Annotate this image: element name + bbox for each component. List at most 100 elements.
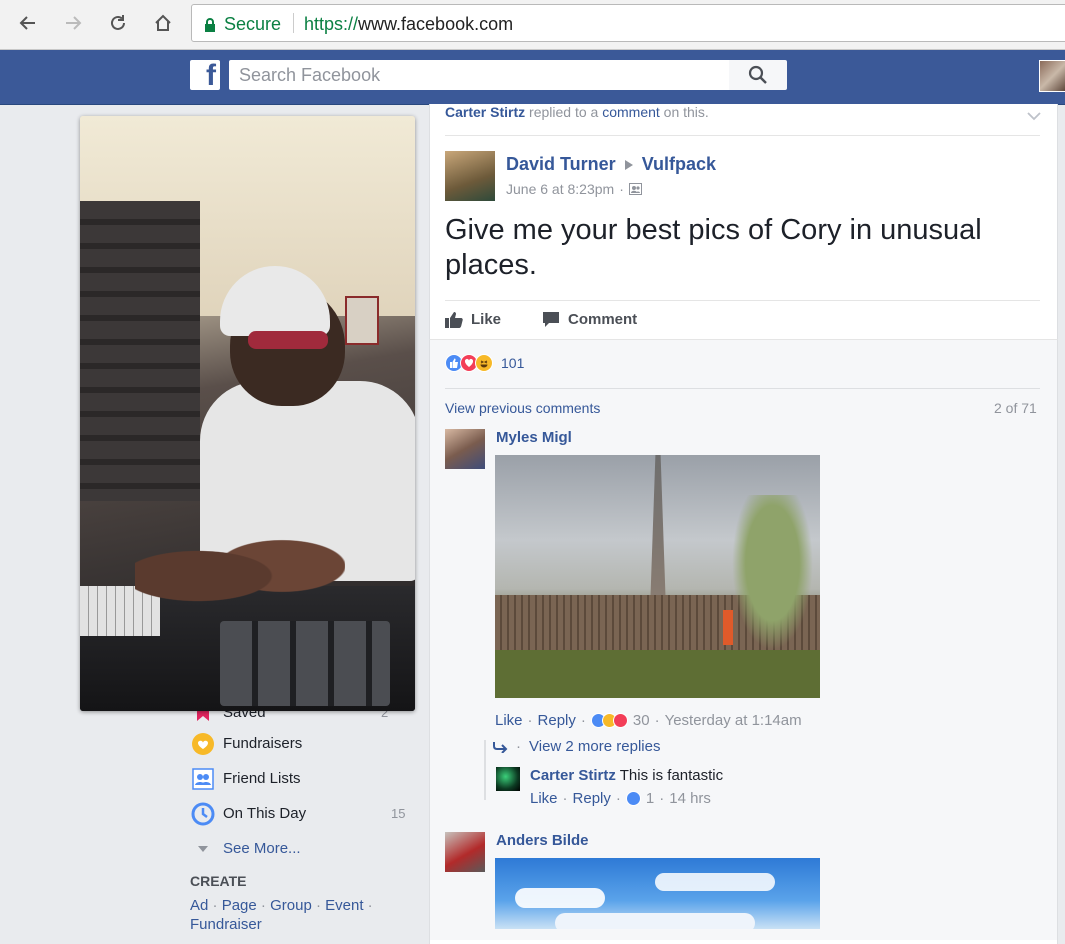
like-label: Like xyxy=(471,311,502,328)
arrow-right-icon xyxy=(624,159,633,170)
comment-reaction-count: 30 xyxy=(632,712,650,729)
video-wall-poster xyxy=(345,296,379,345)
view-previous-comments-link[interactable]: View previous comments xyxy=(445,400,600,416)
photo-cloud xyxy=(515,888,605,908)
reply-reply-link[interactable]: Reply xyxy=(573,790,611,807)
view-more-replies-label: View 2 more replies xyxy=(529,738,661,755)
divider xyxy=(445,388,1040,389)
story-text-end: on this. xyxy=(659,104,709,120)
photo-cloud xyxy=(655,873,775,891)
chevron-down-icon xyxy=(190,836,215,861)
comment-label: Comment xyxy=(568,311,638,328)
comment-bubble-icon xyxy=(543,312,559,327)
history-clock-icon xyxy=(190,801,215,826)
facebook-top-bar: f xyxy=(0,50,1065,105)
create-ad-link[interactable]: Ad xyxy=(190,897,208,914)
comment-button[interactable]: Comment xyxy=(542,311,637,328)
story-actor-link[interactable]: Carter Stirtz xyxy=(445,104,525,120)
divider xyxy=(445,135,1040,136)
sidebar-item-fundraisers[interactable]: Fundraisers xyxy=(190,731,302,756)
sidebar-item-label: On This Day xyxy=(223,805,307,822)
like-button[interactable]: Like xyxy=(445,311,501,328)
video-hands xyxy=(135,526,345,626)
post-meta: June 6 at 8:23pm · xyxy=(506,181,642,197)
browser-toolbar: Secure https://www.facebook.com xyxy=(0,0,1065,50)
reply-like-link[interactable]: Like xyxy=(530,790,558,807)
facebook-logo-letter: f xyxy=(206,59,216,92)
comment-photo-tornado[interactable] xyxy=(495,455,820,698)
home-icon[interactable] xyxy=(151,11,175,35)
sidebar-item-on-this-day[interactable]: On This Day 15 xyxy=(190,801,405,826)
reply-body: Carter Stirtz This is fantastic xyxy=(530,767,723,784)
url-text[interactable]: https://www.facebook.com xyxy=(304,14,513,35)
like-reaction-icon[interactable] xyxy=(625,791,641,806)
reply-author-link[interactable]: Carter Stirtz xyxy=(530,767,616,784)
url-scheme: https:// xyxy=(304,14,359,34)
comment-like-link[interactable]: Like xyxy=(495,712,523,729)
sidebar-item-count: 15 xyxy=(391,806,406,821)
create-group-link[interactable]: Group xyxy=(270,897,312,914)
haha-reaction-icon xyxy=(475,354,493,372)
create-section-title: CREATE xyxy=(190,873,247,889)
post-author-link[interactable]: David Turner xyxy=(506,154,616,175)
commenter-avatar[interactable] xyxy=(445,429,485,469)
sidebar-see-more[interactable]: See More... xyxy=(190,836,301,861)
photo-tree xyxy=(725,495,820,665)
search-input[interactable] xyxy=(229,60,729,90)
search-button[interactable] xyxy=(729,60,787,90)
back-icon[interactable] xyxy=(16,11,40,35)
post-group-link[interactable]: Vulfpack xyxy=(642,154,716,175)
author-avatar[interactable] xyxy=(445,151,495,201)
forward-icon[interactable] xyxy=(61,11,85,35)
search-icon xyxy=(748,65,767,84)
create-links: Ad · Page · Group · Event · Fundraiser xyxy=(190,897,373,933)
url-host: www.facebook.com xyxy=(358,14,514,34)
reply-reaction-count: 1 xyxy=(645,790,655,807)
floating-video-player[interactable] xyxy=(80,116,415,711)
reply-arrow-icon xyxy=(493,741,508,753)
photo-tornado xyxy=(650,455,666,605)
sidebar-item-label: Friend Lists xyxy=(223,770,301,787)
reply-thread-line xyxy=(484,740,486,800)
comment-reaction-icons[interactable] xyxy=(590,713,628,728)
post-options-chevron-icon[interactable] xyxy=(1027,108,1041,126)
reply-avatar[interactable] xyxy=(496,767,520,791)
facebook-logo[interactable]: f xyxy=(190,59,220,92)
create-event-link[interactable]: Event xyxy=(325,897,363,914)
view-more-replies-link[interactable]: · View 2 more replies xyxy=(492,738,660,755)
fundraiser-icon xyxy=(190,731,215,756)
story-comment-link[interactable]: comment xyxy=(602,104,660,120)
sidebar-item-friend-lists[interactable]: Friend Lists xyxy=(190,766,301,791)
comment-timestamp[interactable]: Yesterday at 1:14am xyxy=(665,712,802,729)
comment-actions: Like · Reply · 30 · Yesterday at 1:14am xyxy=(495,712,802,729)
commenter-avatar[interactable] xyxy=(445,832,485,872)
photo-lawn xyxy=(495,650,820,698)
profile-avatar[interactable] xyxy=(1039,60,1065,92)
url-divider xyxy=(293,13,294,33)
reply-timestamp[interactable]: 14 hrs xyxy=(669,790,711,807)
audience-group-icon[interactable] xyxy=(628,183,642,195)
secure-label: Secure xyxy=(224,14,282,34)
comment-position: 2 of 71 xyxy=(994,400,1037,416)
story-text: replied to a xyxy=(525,104,603,120)
comment-photo-sky[interactable] xyxy=(495,858,820,929)
address-bar[interactable]: Secure https://www.facebook.com xyxy=(191,4,1065,42)
comment-author-link[interactable]: Myles Migl xyxy=(496,429,572,446)
love-reaction-icon xyxy=(612,713,628,728)
reaction-count: 101 xyxy=(501,355,525,371)
reload-icon[interactable] xyxy=(106,11,130,35)
post-author-line: David Turner Vulfpack xyxy=(506,154,716,175)
sidebar-item-label: Fundraisers xyxy=(223,735,303,752)
secure-indicator[interactable]: Secure xyxy=(204,14,281,35)
video-acoustic-panels xyxy=(80,201,200,501)
friend-list-icon xyxy=(190,766,215,791)
create-fundraiser-link[interactable]: Fundraiser xyxy=(190,916,262,933)
create-page-link[interactable]: Page xyxy=(222,897,257,914)
post-timestamp[interactable]: June 6 at 8:23pm xyxy=(506,181,614,197)
comment-author-link[interactable]: Anders Bilde xyxy=(496,832,589,849)
comment-reply-link[interactable]: Reply xyxy=(538,712,576,729)
reaction-summary[interactable]: 101 xyxy=(445,354,524,372)
lock-icon xyxy=(205,17,215,32)
see-more-link: See More... xyxy=(223,840,301,857)
reply-actions: Like · Reply · 1 · 14 hrs xyxy=(530,790,711,807)
